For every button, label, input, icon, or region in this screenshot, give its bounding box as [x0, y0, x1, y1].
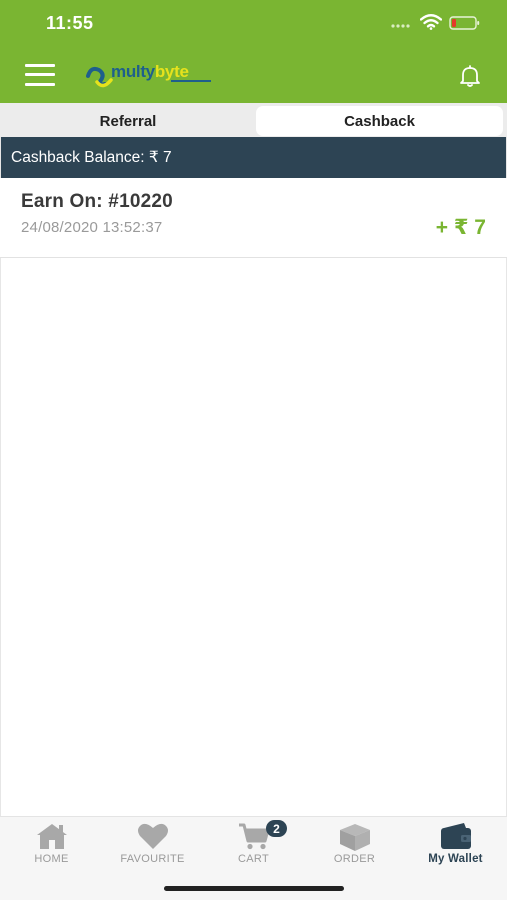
wallet-icon — [440, 823, 471, 849]
cart-count-badge: 2 — [266, 820, 287, 837]
bell-icon[interactable] — [458, 64, 482, 88]
nav-label-cart: CART — [238, 853, 269, 865]
nav-my-wallet[interactable]: My Wallet — [405, 817, 506, 873]
transaction-amount: + ₹ 7 — [435, 216, 486, 239]
status-time: 11:55 — [46, 13, 94, 33]
hamburger-menu-icon[interactable] — [25, 63, 55, 87]
transaction-row: Earn On: #10220 24/08/2020 13:52:37 + ₹ … — [0, 178, 507, 258]
transaction-title: Earn On: #10220 — [21, 191, 173, 212]
tab-cashback[interactable]: Cashback — [256, 106, 503, 136]
cashback-balance-bar: Cashback Balance: ₹ 7 — [0, 137, 507, 178]
nav-order[interactable]: ORDER — [304, 817, 405, 873]
logo-text-multy: multy — [111, 62, 155, 81]
battery-low-icon — [449, 16, 480, 30]
tab-referral[interactable]: Referral — [3, 106, 253, 136]
logo-text-byte: byte — [154, 62, 189, 81]
logo-text: multybyte — [111, 62, 189, 82]
home-icon — [36, 824, 67, 849]
heart-icon — [137, 823, 168, 849]
cellular-signal-icon — [391, 24, 410, 28]
nav-favourite[interactable]: FAVOURITE — [102, 817, 203, 873]
nav-label-my-wallet: My Wallet — [428, 853, 483, 865]
wifi-icon — [420, 14, 442, 30]
nav-label-home: HOME — [34, 853, 69, 865]
logo-tagline-bar — [171, 80, 211, 82]
nav-cart[interactable]: 2 CART — [203, 817, 304, 873]
wallet-screen: 11:55 multybyte Referral Cashback Cashba… — [0, 0, 507, 900]
transaction-date: 24/08/2020 13:52:37 — [21, 219, 163, 236]
nav-home[interactable]: HOME — [1, 817, 102, 873]
app-header: 11:55 multybyte — [0, 0, 507, 103]
box-icon — [339, 824, 370, 851]
nav-label-order: ORDER — [333, 853, 376, 865]
wallet-tabs: Referral Cashback — [0, 103, 507, 137]
home-indicator[interactable] — [164, 886, 344, 891]
multybyte-logo: multybyte — [85, 60, 215, 90]
nav-label-favourite: FAVOURITE — [120, 853, 185, 865]
